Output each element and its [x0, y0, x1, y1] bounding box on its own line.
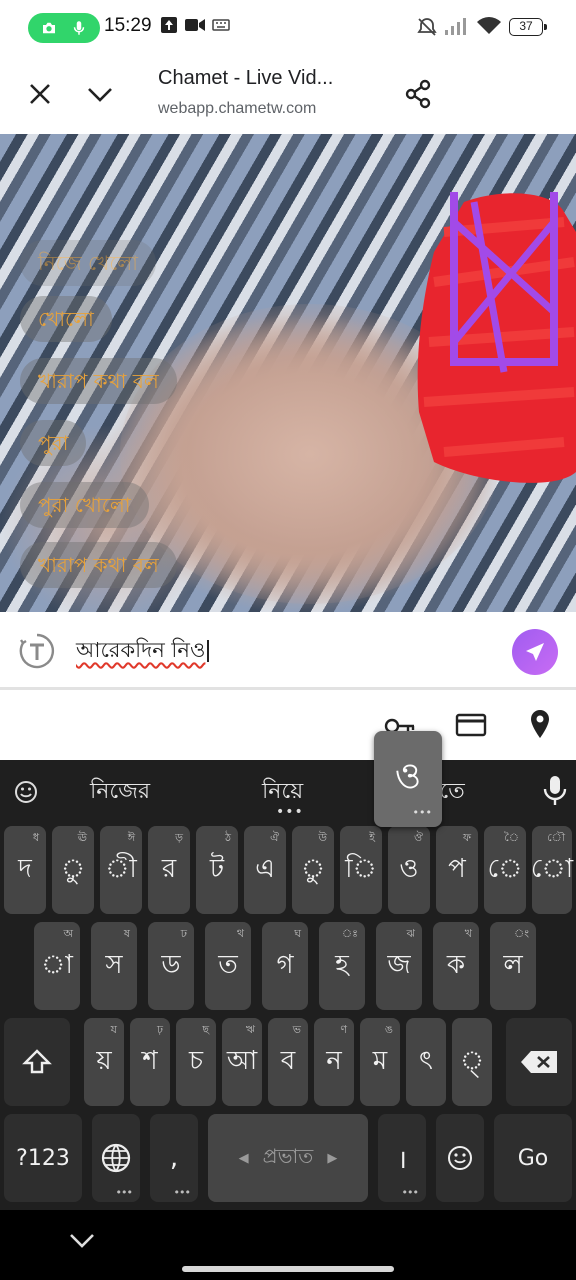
emoji-sync-icon[interactable]	[12, 778, 40, 806]
page-title: Chamet - Live Vid...	[158, 67, 334, 89]
key[interactable]: ড় র	[148, 826, 190, 914]
key[interactable]: ঊু	[52, 826, 94, 914]
live-video: নিজে খেলো খোলো খারাপ কথা বল পুরা পুরা খো…	[0, 134, 576, 612]
backspace-icon	[521, 1051, 557, 1073]
keyboard: নিজের নিয়ে ••• নিতে ধদ ঊু ঈী ড় র ঠট ঐএ …	[0, 760, 576, 1210]
mute-icon	[417, 18, 437, 36]
key[interactable]: ৈে	[484, 826, 526, 914]
suggestion-chip[interactable]: নিজে খেলো	[20, 240, 156, 286]
camera-icon	[43, 22, 55, 34]
video-icon	[185, 19, 205, 31]
suggestion-chip[interactable]: খোলো	[20, 296, 112, 342]
space-key[interactable]: ◀ প্রভাত ▶	[208, 1114, 368, 1202]
home-indicator[interactable]	[182, 1266, 394, 1272]
key[interactable]: ঔও	[388, 826, 430, 914]
screen-recording-pill[interactable]	[28, 13, 100, 43]
cursor-right-icon: ▶	[327, 1150, 338, 1166]
key[interactable]: ষস	[91, 922, 137, 1010]
key[interactable]: ফপ	[436, 826, 478, 914]
page-url: webapp.chametw.com	[158, 100, 317, 117]
key[interactable]: ঙম	[360, 1018, 400, 1106]
cursor-left-icon: ◀	[238, 1150, 249, 1166]
key[interactable]: অা	[34, 922, 80, 1010]
key[interactable]: ং ল	[490, 922, 536, 1010]
key-preview-popup: ও •••	[374, 731, 442, 827]
upload-icon	[161, 17, 177, 33]
key[interactable]: ভব	[268, 1018, 308, 1106]
key[interactable]: ঃ হ	[319, 922, 365, 1010]
suggestion-strip: নিজের নিয়ে ••• নিতে	[0, 760, 576, 820]
globe-icon	[101, 1143, 131, 1173]
browser-toolbar: Chamet - Live Vid... webapp.chametw.com	[0, 56, 576, 134]
symbols-key[interactable]: ?123	[4, 1114, 82, 1202]
suggestion-chip[interactable]: খারাপ কথা বল	[20, 542, 177, 588]
share-icon	[405, 79, 431, 109]
key[interactable]: ৎ	[406, 1018, 446, 1106]
emoji-icon	[448, 1146, 472, 1170]
comma-key[interactable]: , •••	[150, 1114, 198, 1202]
chevron-down-icon	[88, 88, 112, 102]
suggestion-chip[interactable]: পুরা খোলো	[20, 482, 149, 528]
keyboard-accessory-bar	[0, 690, 576, 760]
shift-icon	[22, 1049, 52, 1074]
redaction-scribble	[417, 192, 576, 483]
key[interactable]: ঘগ	[262, 922, 308, 1010]
close-button[interactable]	[18, 72, 62, 116]
key[interactable]: ঝজ	[376, 922, 422, 1010]
key[interactable]: ছচ	[176, 1018, 216, 1106]
share-button[interactable]	[396, 72, 440, 116]
language-key[interactable]: •••	[92, 1114, 140, 1202]
location-icon[interactable]	[528, 708, 552, 740]
credit-card-icon[interactable]	[455, 712, 487, 738]
message-composer: আরেকদিন নিও	[0, 612, 576, 690]
send-button[interactable]	[512, 629, 558, 675]
keyboard-icon	[212, 19, 230, 31]
key[interactable]: ঈী	[100, 826, 142, 914]
go-key[interactable]: Go	[494, 1114, 572, 1202]
more-suggestions-icon: •••	[276, 804, 304, 820]
signal-icon	[445, 18, 466, 35]
key[interactable]: ঋআ	[222, 1018, 262, 1106]
key[interactable]: ৌো	[531, 826, 573, 914]
wifi-icon	[477, 17, 501, 34]
key[interactable]: খক	[433, 922, 479, 1010]
microphone-icon[interactable]	[542, 774, 568, 808]
hide-keyboard-icon[interactable]	[68, 1230, 96, 1250]
message-input[interactable]: আরেকদিন নিও	[76, 634, 210, 669]
key[interactable]: উু	[292, 826, 334, 914]
text-caret	[207, 640, 210, 662]
close-icon	[30, 84, 50, 104]
key[interactable]: ণন	[314, 1018, 354, 1106]
battery-indicator: 37	[509, 18, 547, 36]
suggestion-chip[interactable]: পুরা	[20, 420, 87, 466]
mic-icon	[73, 21, 85, 35]
navigation-bar	[0, 1210, 576, 1280]
message-text: আরেকদিন নিও	[76, 638, 206, 662]
key[interactable]: ্	[452, 1018, 492, 1106]
key[interactable]: য য়	[84, 1018, 124, 1106]
send-icon	[526, 643, 544, 661]
suggestion-word[interactable]: নিজের	[90, 774, 150, 811]
key[interactable]: ইি	[340, 826, 382, 914]
suggestion-chip[interactable]: খারাপ কথা বল	[20, 358, 177, 404]
danda-key[interactable]: । •••	[378, 1114, 426, 1202]
key[interactable]: ঢড	[148, 922, 194, 1010]
key[interactable]: ঢ় শ	[130, 1018, 170, 1106]
minimize-button[interactable]	[78, 72, 122, 116]
translate-icon[interactable]	[18, 632, 56, 670]
key[interactable]: থত	[205, 922, 251, 1010]
emoji-key[interactable]	[436, 1114, 484, 1202]
shift-key[interactable]	[4, 1018, 70, 1106]
key[interactable]: ধদ	[4, 826, 46, 914]
status-bar: 15:29 37	[0, 0, 576, 56]
key[interactable]: ঐএ	[244, 826, 286, 914]
clock: 15:29	[104, 15, 152, 36]
backspace-key[interactable]	[506, 1018, 572, 1106]
key[interactable]: ঠট	[196, 826, 238, 914]
